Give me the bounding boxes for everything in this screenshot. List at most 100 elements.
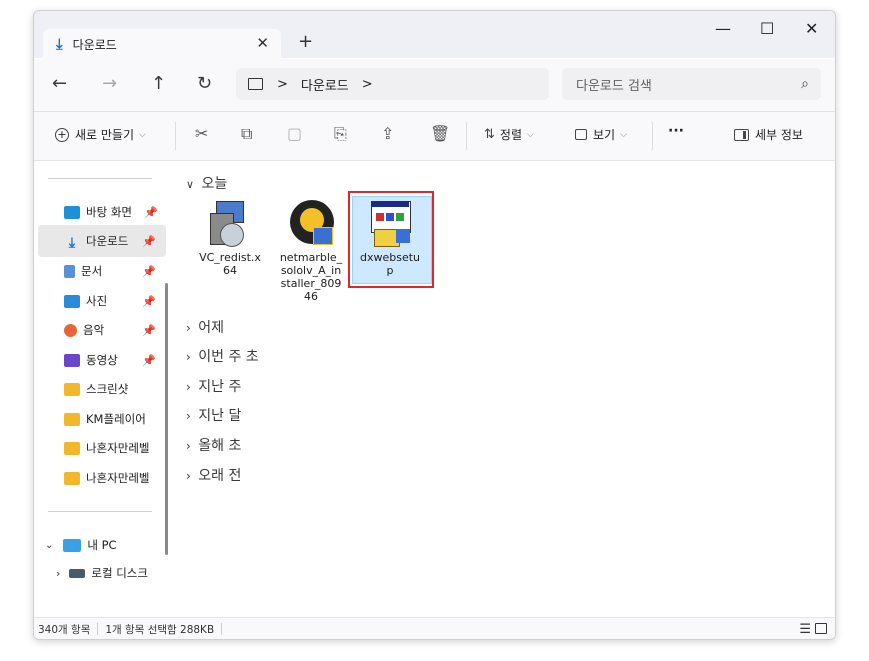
desktop-icon xyxy=(64,205,80,219)
document-icon xyxy=(64,264,75,278)
sort-button[interactable]: ⇅ 정렬 ⌵ xyxy=(484,126,534,143)
sidebar-item-documents[interactable]: 문서 📌 xyxy=(64,259,156,283)
up-button[interactable]: ↑ xyxy=(151,73,166,94)
group-header-earlier-this-year[interactable]: › 올해 초 xyxy=(186,435,241,455)
details-view-icon[interactable]: ☰ xyxy=(799,622,811,637)
status-divider xyxy=(221,623,223,635)
breadcrumb-downloads[interactable]: 다운로드 xyxy=(301,75,349,94)
folder-icon xyxy=(64,382,80,396)
share-icon[interactable]: ⇪ xyxy=(381,124,394,143)
sidebar-item-label: 나혼자만레벨 xyxy=(86,441,150,455)
tiles-view-icon[interactable] xyxy=(815,623,827,634)
refresh-button[interactable]: ↻ xyxy=(197,73,212,94)
toolbar-divider xyxy=(652,122,653,150)
pane-divider xyxy=(48,511,152,512)
back-button[interactable]: ← xyxy=(52,73,67,94)
minimize-button[interactable]: — xyxy=(715,19,731,38)
view-label: 보기 xyxy=(593,128,616,142)
forward-button[interactable]: → xyxy=(102,73,117,94)
paste-icon[interactable]: ▢ xyxy=(287,124,302,143)
sidebar-item-label: 나혼자만레벨 xyxy=(86,471,150,485)
close-button[interactable]: ✕ xyxy=(805,19,818,38)
file-item[interactable]: netmarble_ sololv_A_in staller_809 46 xyxy=(276,199,346,303)
pin-icon: 📌 xyxy=(142,353,156,367)
folder-icon xyxy=(64,471,80,485)
file-name-line: p xyxy=(386,264,394,277)
videos-icon xyxy=(64,353,80,367)
sidebar-item-folder[interactable]: 나혼자만레벨 xyxy=(64,466,166,490)
copy-icon[interactable]: ⧉ xyxy=(241,124,252,144)
toolbar-divider xyxy=(466,122,467,150)
more-options-button[interactable]: ··· xyxy=(668,123,684,139)
chevron-right-icon: › xyxy=(56,566,61,580)
tab-downloads[interactable]: ⤓ 다운로드 ✕ xyxy=(43,29,281,59)
folder-icon xyxy=(64,412,80,426)
file-name-line: staller_809 xyxy=(280,277,342,290)
delete-icon[interactable]: 🗑 xyxy=(430,124,450,143)
group-label: 오래 전 xyxy=(198,468,242,484)
sort-label: 정렬 xyxy=(499,128,522,142)
item-count: 340개 항목 xyxy=(38,623,91,636)
pin-icon: 📌 xyxy=(142,323,156,337)
address-bar[interactable]: > 다운로드 > xyxy=(236,68,549,100)
search-input[interactable]: 다운로드 검색 xyxy=(576,75,652,94)
group-label: 어제 xyxy=(198,320,225,336)
chevron-down-icon: ∨ xyxy=(186,178,195,191)
search-box[interactable]: 다운로드 검색 ⌕ xyxy=(562,68,821,100)
details-pane-button[interactable]: 세부 정보 xyxy=(734,126,803,143)
new-button[interactable]: + 새로 만들기 ⌵ xyxy=(55,126,146,143)
view-icon xyxy=(575,129,587,140)
sidebar-item-label: 다운로드 xyxy=(86,234,129,248)
file-name-line: netmarble_ xyxy=(279,251,343,264)
navigation-pane: 바탕 화면 📌 ⤓ 다운로드 📌 문서 📌 사진 📌 음악 📌 동영상 📌 스크… xyxy=(34,161,170,617)
sidebar-item-label: 사진 xyxy=(86,294,108,308)
group-header-today[interactable]: ∨ 오늘 xyxy=(186,173,227,193)
sidebar-item-local-disk[interactable]: › 로컬 디스크 xyxy=(56,561,166,585)
group-header-earlier-this-week[interactable]: › 이번 주 초 xyxy=(186,346,259,366)
sidebar-item-this-pc[interactable]: ⌄ 내 PC xyxy=(45,533,117,557)
sidebar-item-label: 음악 xyxy=(83,323,105,337)
chevron-right-icon: › xyxy=(186,380,191,394)
sidebar-item-music[interactable]: 음악 📌 xyxy=(64,318,156,342)
file-item[interactable]: VC_redist.x 64 xyxy=(195,199,265,277)
chevron-down-icon: ⌄ xyxy=(45,539,54,551)
tab-title: 다운로드 xyxy=(72,37,117,52)
breadcrumb-separator[interactable]: > xyxy=(362,77,373,92)
group-label: 지난 달 xyxy=(198,408,242,424)
sidebar-item-pictures[interactable]: 사진 📌 xyxy=(64,289,156,313)
sidebar-item-folder[interactable]: 나혼자만레벨 xyxy=(64,436,166,460)
pane-divider xyxy=(48,178,152,179)
group-header-last-month[interactable]: › 지난 달 xyxy=(186,405,241,425)
cut-icon[interactable]: ✂ xyxy=(195,124,208,143)
rename-icon[interactable]: ⎘ xyxy=(334,124,347,144)
sidebar-item-videos[interactable]: 동영상 📌 xyxy=(64,348,156,372)
sidebar-item-downloads[interactable]: ⤓ 다운로드 📌 xyxy=(64,229,156,253)
pin-icon: 📌 xyxy=(144,205,158,219)
sidebar-item-label: 스크린샷 xyxy=(86,382,129,396)
status-bar: 340개 항목 1개 항목 선택함 288KB ☰ xyxy=(34,617,835,639)
new-tab-button[interactable]: + xyxy=(298,31,313,52)
sidebar-item-desktop[interactable]: 바탕 화면 📌 xyxy=(64,200,158,224)
file-name-line: 64 xyxy=(223,264,237,277)
chevron-right-icon: › xyxy=(186,469,191,483)
sort-icon: ⇅ xyxy=(484,127,495,142)
sidebar-item-folder[interactable]: 스크린샷 xyxy=(64,377,128,401)
group-label: 이번 주 초 xyxy=(198,349,259,365)
sidebar-item-label: 문서 xyxy=(81,264,103,278)
group-header-last-week[interactable]: › 지난 주 xyxy=(186,376,241,396)
file-name-line: dxwebsetu xyxy=(359,251,421,264)
sidebar-item-folder[interactable]: KM플레이어 xyxy=(64,407,146,431)
group-header-long-ago[interactable]: › 오래 전 xyxy=(186,465,241,485)
pc-icon xyxy=(63,538,82,552)
file-item-selected[interactable]: dxwebsetu p xyxy=(355,199,425,277)
chevron-down-icon: ⌵ xyxy=(527,129,534,140)
file-name-line: VC_redist.x xyxy=(199,251,261,264)
group-header-yesterday[interactable]: › 어제 xyxy=(186,317,224,337)
view-button[interactable]: 보기 ⌵ xyxy=(575,126,627,143)
file-name-line: sololv_A_in xyxy=(280,264,342,277)
pin-icon: 📌 xyxy=(142,234,156,248)
pane-scrollbar[interactable] xyxy=(165,283,168,555)
group-label: 지난 주 xyxy=(198,379,242,395)
maximize-button[interactable]: ☐ xyxy=(760,19,774,38)
tab-close-icon[interactable]: ✕ xyxy=(256,34,269,52)
